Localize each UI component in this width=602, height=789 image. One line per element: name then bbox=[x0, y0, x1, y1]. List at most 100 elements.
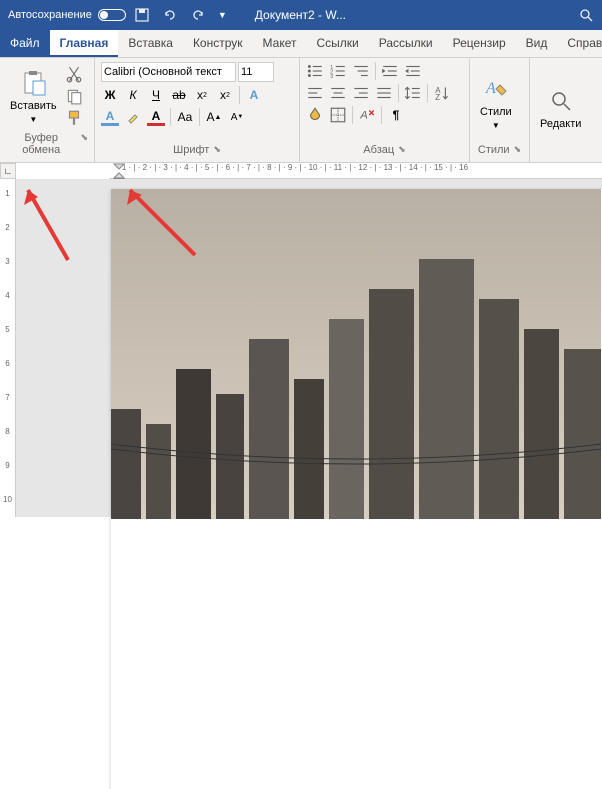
italic-button[interactable]: К bbox=[124, 86, 142, 104]
align-center-icon[interactable] bbox=[329, 84, 347, 102]
change-case-button[interactable]: Aa bbox=[176, 108, 194, 126]
paste-dropdown-icon: ▼ bbox=[29, 115, 37, 124]
multilevel-icon[interactable] bbox=[352, 62, 370, 80]
tab-help[interactable]: Справка bbox=[557, 30, 602, 57]
cut-icon[interactable] bbox=[65, 65, 83, 83]
ruler-tick: 5 bbox=[5, 325, 9, 334]
align-right-icon[interactable] bbox=[352, 84, 370, 102]
tab-mailings[interactable]: Рассылки bbox=[369, 30, 443, 57]
paragraph-mark-button[interactable]: ¶ bbox=[387, 106, 405, 124]
group-paragraph: 123 AZ A ¶ bbox=[300, 58, 470, 162]
font-color-bg-button[interactable]: A bbox=[101, 108, 119, 126]
tab-references[interactable]: Ссылки bbox=[306, 30, 368, 57]
clipboard-label: Буфер обмена bbox=[6, 132, 76, 156]
shading-icon[interactable] bbox=[306, 106, 324, 124]
format-painter-icon[interactable] bbox=[65, 109, 83, 127]
editing-button[interactable]: Редакти bbox=[536, 83, 585, 134]
undo-icon[interactable] bbox=[162, 7, 178, 23]
styles-label: Стили bbox=[478, 144, 510, 156]
save-icon[interactable] bbox=[134, 7, 150, 23]
vertical-ruler[interactable]: 1 2 3 4 5 6 7 8 9 10 bbox=[0, 179, 16, 517]
group-font: Ж К Ч ab x2 x2 A A A Aa A▲ A▼ Шрифт⬊ bbox=[95, 58, 300, 162]
paste-button[interactable]: Вставить ▼ bbox=[6, 65, 61, 128]
clipboard-icon bbox=[19, 69, 47, 97]
grow-font-button[interactable]: A▲ bbox=[205, 108, 223, 126]
styles-btn-label: Стили bbox=[480, 106, 512, 118]
borders-icon[interactable] bbox=[329, 106, 347, 124]
search-icon[interactable] bbox=[578, 7, 594, 23]
clipboard-launcher-icon[interactable]: ⬊ bbox=[80, 132, 88, 156]
group-styles: A Стили ▼ Стили ⬊ bbox=[470, 58, 530, 162]
autosave-label: Автосохранение bbox=[8, 9, 92, 21]
highlight-button[interactable] bbox=[124, 108, 142, 126]
autosave-toggle[interactable]: Автосохранение bbox=[8, 9, 126, 21]
ruler-tick: 1 bbox=[5, 189, 9, 198]
tab-view[interactable]: Вид bbox=[516, 30, 558, 57]
align-left-icon[interactable] bbox=[306, 84, 324, 102]
svg-text:A: A bbox=[485, 80, 496, 97]
shrink-font-button[interactable]: A▼ bbox=[228, 108, 246, 126]
styles-icon: A bbox=[482, 75, 510, 103]
qat-icons: ▼ bbox=[134, 7, 227, 23]
ruler-corner[interactable]: ∟ bbox=[0, 163, 16, 179]
title-bar: Автосохранение ▼ Документ2 - W... bbox=[0, 0, 602, 30]
paragraph-launcher-icon[interactable]: ⬊ bbox=[398, 144, 406, 156]
justify-icon[interactable] bbox=[375, 84, 393, 102]
tab-home[interactable]: Главная bbox=[50, 30, 119, 57]
tab-review[interactable]: Рецензир bbox=[443, 30, 516, 57]
editing-label: Редакти bbox=[540, 118, 581, 130]
toggle-switch[interactable] bbox=[98, 9, 126, 21]
page[interactable] bbox=[111, 189, 602, 789]
tab-file[interactable]: Файл bbox=[0, 30, 50, 57]
divider bbox=[427, 84, 428, 102]
subscript-button[interactable]: x2 bbox=[193, 86, 211, 104]
qat-dropdown-icon[interactable]: ▼ bbox=[218, 10, 227, 20]
font-color-button[interactable]: A bbox=[147, 108, 165, 126]
underline-button[interactable]: Ч bbox=[147, 86, 165, 104]
redo-icon[interactable] bbox=[190, 7, 206, 23]
line-spacing-icon[interactable] bbox=[404, 84, 422, 102]
styles-launcher-icon[interactable]: ⬊ bbox=[514, 144, 522, 156]
ruler-tick: 6 bbox=[5, 359, 9, 368]
group-editing: Редакти bbox=[530, 58, 590, 162]
numbering-icon[interactable]: 123 bbox=[329, 62, 347, 80]
svg-text:A: A bbox=[359, 109, 368, 121]
clear-formatting-icon[interactable]: A bbox=[358, 106, 376, 124]
group-clipboard: Вставить ▼ Буфер обмена⬊ bbox=[0, 58, 95, 162]
divider bbox=[199, 108, 200, 126]
document-area[interactable] bbox=[16, 179, 602, 517]
divider bbox=[398, 84, 399, 102]
annotation-arrow-1 bbox=[18, 175, 78, 265]
copy-icon[interactable] bbox=[65, 87, 83, 105]
font-name-select[interactable] bbox=[101, 62, 236, 82]
document-title: Документ2 - W... bbox=[255, 8, 346, 22]
tab-layout[interactable]: Макет bbox=[253, 30, 307, 57]
superscript-button[interactable]: x2 bbox=[216, 86, 234, 104]
divider bbox=[170, 108, 171, 126]
ruler-tick: 8 bbox=[5, 427, 9, 436]
divider bbox=[239, 86, 240, 104]
ruler-tick: 10 bbox=[3, 495, 12, 504]
annotation-arrow-2 bbox=[115, 175, 205, 265]
font-size-select[interactable] bbox=[238, 62, 274, 82]
search-icon bbox=[547, 87, 575, 115]
divider bbox=[352, 106, 353, 124]
strikethrough-button[interactable]: ab bbox=[170, 86, 188, 104]
sort-icon[interactable]: AZ bbox=[433, 84, 451, 102]
paragraph-label: Абзац bbox=[363, 144, 394, 156]
ruler-tick: 3 bbox=[5, 257, 9, 266]
decrease-indent-icon[interactable] bbox=[381, 62, 399, 80]
text-effects-button[interactable]: A bbox=[245, 86, 263, 104]
bold-button[interactable]: Ж bbox=[101, 86, 119, 104]
tab-insert[interactable]: Вставка bbox=[118, 30, 183, 57]
styles-button[interactable]: A Стили ▼ bbox=[476, 71, 516, 134]
styles-dropdown-icon: ▼ bbox=[492, 121, 500, 130]
font-launcher-icon[interactable]: ⬊ bbox=[213, 144, 221, 156]
bullets-icon[interactable] bbox=[306, 62, 324, 80]
tab-design[interactable]: Конструк bbox=[183, 30, 253, 57]
increase-indent-icon[interactable] bbox=[404, 62, 422, 80]
ruler-tick: 9 bbox=[5, 461, 9, 470]
ruler-tick: 7 bbox=[5, 393, 9, 402]
divider bbox=[375, 62, 376, 80]
ruler-tick: 2 bbox=[5, 223, 9, 232]
